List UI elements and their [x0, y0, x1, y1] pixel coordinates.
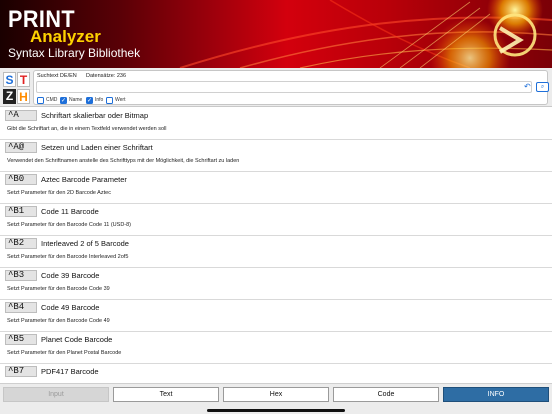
option-name[interactable]: ✓ Name: [60, 96, 82, 104]
checkbox-info[interactable]: ✓: [86, 96, 93, 104]
command-title: Interleaved 2 of 5 Barcode: [41, 239, 129, 248]
command-description: Setzt Parameter für den Barcode Code 11 …: [7, 222, 132, 228]
option-cmd-label: CMD: [46, 97, 58, 103]
tile-z-button[interactable]: Z: [3, 89, 16, 104]
tab-text[interactable]: Text: [113, 387, 219, 402]
search-icon[interactable]: ⌕: [536, 82, 549, 92]
checkbox-name[interactable]: ✓: [60, 96, 67, 104]
tile-t-button[interactable]: T: [17, 72, 30, 87]
command-title: Code 11 Barcode: [41, 207, 99, 216]
tab-hex[interactable]: Hex: [223, 387, 329, 402]
tab-input[interactable]: Input: [3, 387, 109, 402]
command-title: Aztec Barcode Parameter: [41, 175, 127, 184]
tile-h-button[interactable]: H: [17, 89, 30, 104]
command-title: PDF417 Barcode: [41, 367, 99, 376]
app-subtitle: Syntax Library Bibliothek: [8, 46, 141, 60]
option-cmd[interactable]: CMD: [37, 96, 57, 104]
command-title: Code 39 Barcode: [41, 271, 100, 280]
list-item[interactable]: ^B5 Planet Code Barcode Setzt Parameter …: [0, 332, 552, 364]
list-item[interactable]: ^B2 Interleaved 2 of 5 Barcode Setzt Par…: [0, 236, 552, 268]
tab-info[interactable]: INFO: [443, 387, 549, 402]
command-description: Gibt die Schriftart an, die in einem Tex…: [7, 126, 167, 132]
command-description: Verwendet den Schriftnamen anstelle des …: [7, 158, 240, 164]
search-input[interactable]: [36, 81, 532, 93]
option-wert-label: Wert: [115, 97, 126, 103]
option-name-label: Name: [69, 97, 83, 103]
command-title: Schriftart skalierbar oder Bitmap: [41, 111, 149, 120]
app-banner: PRINT Analyzer Syntax Library Bibliothek: [0, 0, 552, 68]
app-title-analyzer: Analyzer: [30, 27, 101, 46]
command-title: Planet Code Barcode: [41, 335, 113, 344]
command-code: ^B3: [5, 270, 37, 281]
list-item[interactable]: ^B1 Code 11 Barcode Setzt Parameter für …: [0, 204, 552, 236]
command-code: ^B5: [5, 334, 37, 345]
search-box: Suchtext DE/EN Datensätze: 236 ↶ ⌕ CMD ✓…: [33, 70, 549, 105]
list-item[interactable]: ^A@ Setzen und Laden einer Schriftart Ve…: [0, 140, 552, 172]
command-code: ^A@: [5, 142, 37, 153]
search-language-label: Suchtext DE/EN: [37, 73, 77, 79]
command-code: ^B7: [5, 366, 37, 377]
bottom-tab-bar: Input Text Hex Code INFO: [0, 383, 552, 414]
list-item[interactable]: ^B4 Code 49 Barcode Setzt Parameter für …: [0, 300, 552, 332]
checkbox-wert[interactable]: [106, 96, 113, 104]
command-description: Setzt Parameter für den Planet Postal Ba…: [7, 350, 122, 356]
command-title: Setzen und Laden einer Schriftart: [41, 143, 153, 152]
command-code: ^B0: [5, 174, 37, 185]
command-description: Setzt Parameter für den Barcode Code 49: [7, 318, 110, 324]
tab-code[interactable]: Code: [333, 387, 439, 402]
command-description: Setzt Parameter für den Barcode Interlea…: [7, 254, 129, 260]
command-code: ^B1: [5, 206, 37, 217]
command-title: Code 49 Barcode: [41, 303, 100, 312]
command-description: Setzt Parameter für den Barcode Code 39: [7, 286, 110, 292]
command-code: ^B4: [5, 302, 37, 313]
record-count: Datensätze: 236: [86, 73, 127, 79]
option-wert[interactable]: Wert: [106, 96, 125, 104]
option-info-label: Info: [95, 97, 104, 103]
list-item[interactable]: ^B0 Aztec Barcode Parameter Setzt Parame…: [0, 172, 552, 204]
search-panel: S T Z H Suchtext DE/EN Datensätze: 236 ↶…: [0, 68, 552, 107]
tile-s-button[interactable]: S: [3, 72, 16, 87]
home-indicator[interactable]: [207, 409, 345, 412]
undo-icon[interactable]: ↶: [524, 82, 531, 91]
command-description: Setzt Parameter für den 2D Barcode Aztec: [7, 190, 111, 196]
option-info[interactable]: ✓ Info: [86, 96, 103, 104]
command-code: ^A: [5, 110, 37, 121]
list-item[interactable]: ^B3 Code 39 Barcode Setzt Parameter für …: [0, 268, 552, 300]
command-code: ^B2: [5, 238, 37, 249]
checkbox-cmd[interactable]: [37, 96, 44, 104]
command-list: ^A Schriftart skalierbar oder Bitmap Gib…: [0, 108, 552, 382]
list-item[interactable]: ^A Schriftart skalierbar oder Bitmap Gib…: [0, 108, 552, 140]
list-item[interactable]: ^B7 PDF417 Barcode: [0, 364, 552, 382]
